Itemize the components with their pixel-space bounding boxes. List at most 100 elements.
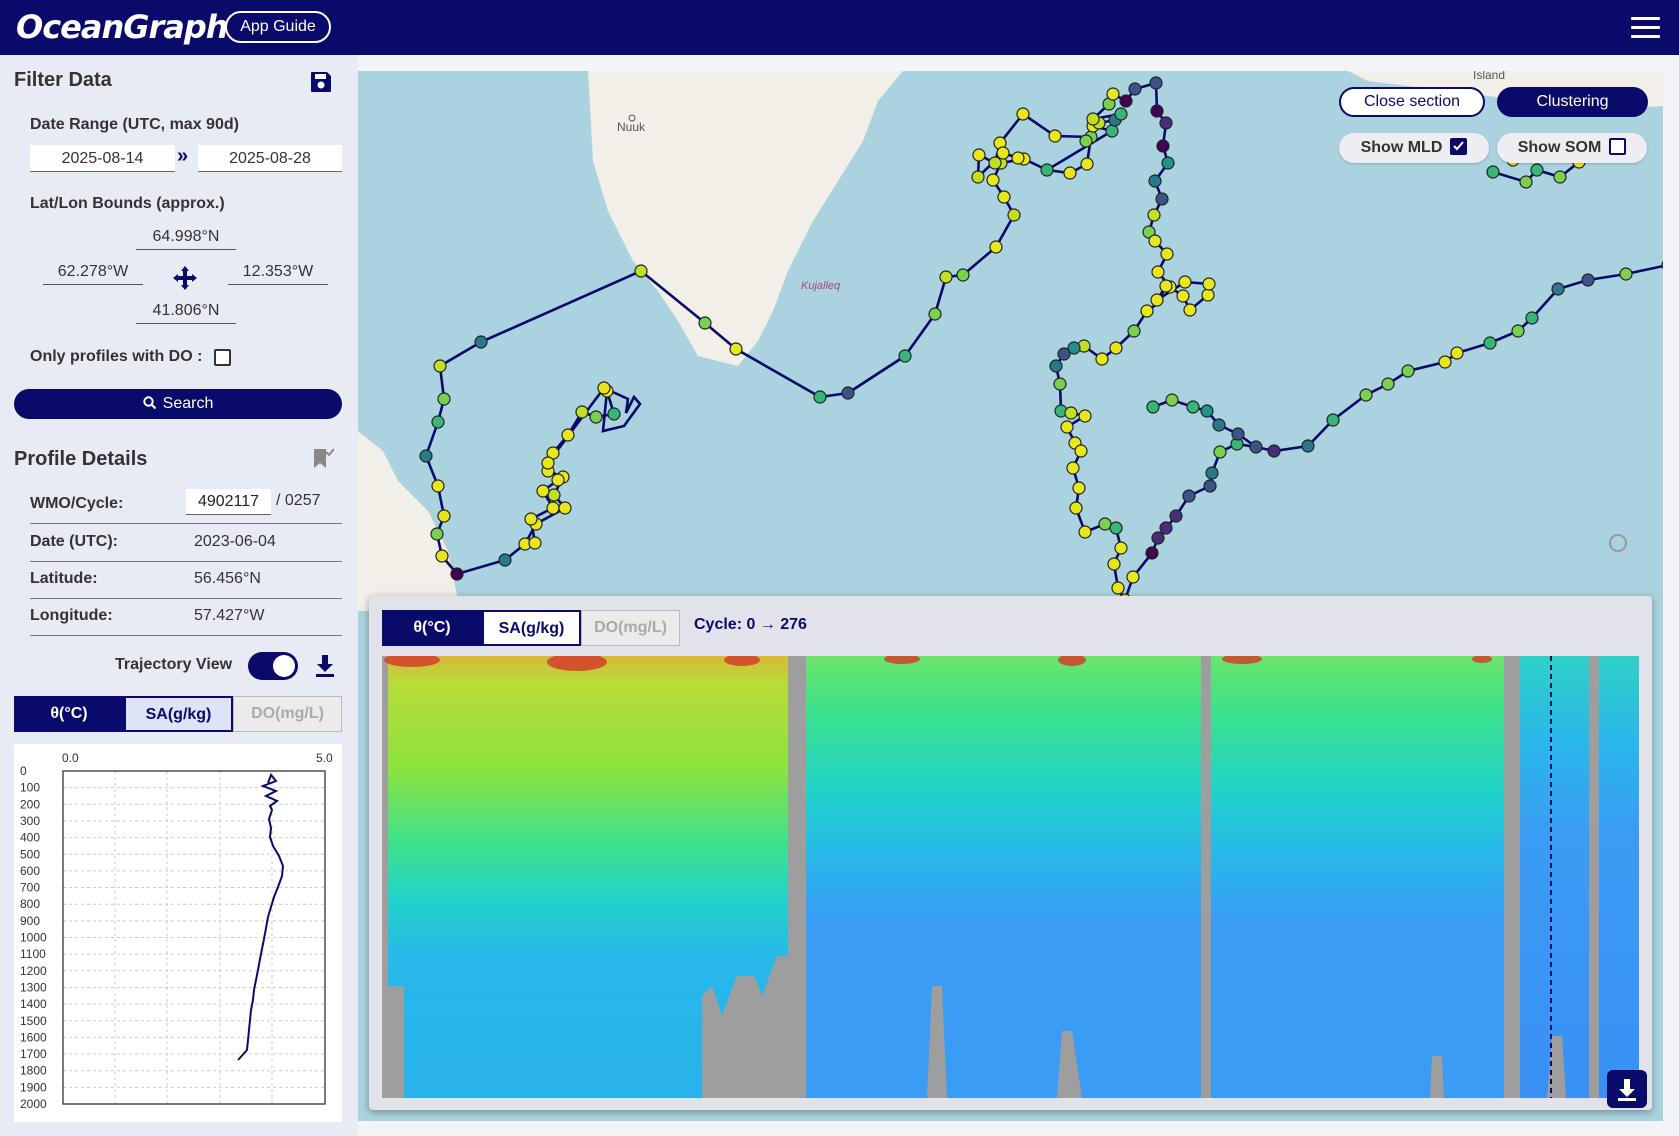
float-point[interactable]	[589, 410, 603, 424]
float-point[interactable]	[1011, 151, 1025, 165]
float-point[interactable]	[1438, 355, 1452, 369]
float-point[interactable]	[1161, 156, 1175, 170]
float-point[interactable]	[997, 190, 1011, 204]
float-point[interactable]	[1551, 282, 1565, 296]
float-point[interactable]	[607, 407, 621, 421]
float-point[interactable]	[1178, 275, 1192, 289]
float-point[interactable]	[1486, 165, 1500, 179]
wmo-input[interactable]: 4902117	[186, 489, 271, 515]
float-point[interactable]	[1231, 427, 1245, 441]
clustering-button[interactable]: Clustering	[1497, 87, 1648, 117]
float-point[interactable]	[898, 349, 912, 363]
float-point[interactable]	[1159, 521, 1173, 535]
hamburger-menu-icon[interactable]	[1631, 17, 1660, 38]
float-point[interactable]	[1619, 267, 1633, 281]
float-point[interactable]	[1267, 444, 1281, 458]
float-point[interactable]	[1114, 107, 1128, 121]
float-point[interactable]	[1126, 570, 1140, 584]
tab-salinity[interactable]: SA(g/kg)	[124, 696, 233, 732]
tab-theta[interactable]: θ(°C)	[14, 696, 124, 732]
float-point[interactable]	[1107, 557, 1121, 571]
app-logo[interactable]: OceanGraph	[16, 8, 229, 46]
float-point[interactable]	[956, 268, 970, 282]
float-point[interactable]	[1156, 139, 1170, 153]
float-point[interactable]	[536, 484, 550, 498]
float-point[interactable]	[561, 428, 575, 442]
float-point[interactable]	[1049, 359, 1063, 373]
float-point[interactable]	[474, 335, 488, 349]
float-point[interactable]	[1074, 444, 1088, 458]
float-point[interactable]	[435, 549, 449, 563]
float-point[interactable]	[1200, 404, 1214, 418]
download-icon[interactable]	[314, 653, 336, 679]
section-tab-salinity[interactable]: SA(g/kg)	[482, 610, 581, 646]
float-point[interactable]	[524, 512, 538, 526]
float-point[interactable]	[1183, 303, 1197, 317]
float-point[interactable]	[1098, 517, 1112, 531]
float-point[interactable]	[1359, 388, 1373, 402]
float-point[interactable]	[430, 527, 444, 541]
float-point[interactable]	[1140, 304, 1154, 318]
float-point[interactable]	[1249, 440, 1263, 454]
float-point[interactable]	[1146, 400, 1160, 414]
float-point[interactable]	[1381, 377, 1395, 391]
float-point[interactable]	[1212, 418, 1226, 432]
close-section-button[interactable]: Close section	[1339, 87, 1485, 117]
float-point[interactable]	[1519, 175, 1533, 189]
float-point[interactable]	[541, 456, 555, 470]
float-point[interactable]	[1151, 531, 1165, 545]
float-point[interactable]	[1159, 116, 1173, 130]
move-arrows-icon[interactable]	[172, 265, 198, 291]
float-point[interactable]	[433, 359, 447, 373]
float-point[interactable]	[1080, 157, 1094, 171]
section-tab-theta[interactable]: θ(°C)	[382, 610, 482, 646]
south-bound-input[interactable]: 41.806°N	[136, 298, 236, 324]
float-point[interactable]	[1159, 279, 1173, 293]
float-point[interactable]	[597, 381, 611, 395]
float-point[interactable]	[841, 386, 855, 400]
show-mld-checkbox[interactable]	[1450, 138, 1468, 155]
locate-icon[interactable]	[1609, 534, 1627, 552]
north-bound-input[interactable]: 64.998°N	[136, 224, 236, 250]
float-point[interactable]	[1079, 134, 1093, 148]
float-point[interactable]	[729, 342, 743, 356]
float-point[interactable]	[1553, 170, 1567, 184]
search-button[interactable]: Search	[14, 389, 342, 419]
section-download-button[interactable]	[1607, 1070, 1647, 1108]
float-point[interactable]	[575, 405, 589, 419]
float-point[interactable]	[989, 240, 1003, 254]
float-point[interactable]	[971, 170, 985, 184]
float-point[interactable]	[1109, 341, 1123, 355]
float-point[interactable]	[1169, 509, 1183, 523]
float-point[interactable]	[1040, 163, 1054, 177]
float-point[interactable]	[528, 536, 542, 550]
float-point[interactable]	[972, 148, 986, 162]
float-point[interactable]	[1060, 420, 1074, 434]
float-point[interactable]	[546, 501, 560, 515]
do-only-checkbox[interactable]	[214, 349, 231, 366]
float-point[interactable]	[1111, 581, 1125, 595]
float-point[interactable]	[698, 316, 712, 330]
float-point[interactable]	[1165, 393, 1179, 407]
float-point[interactable]	[1016, 107, 1030, 121]
float-point[interactable]	[1064, 406, 1078, 420]
float-point[interactable]	[1106, 87, 1120, 101]
float-point[interactable]	[1581, 273, 1595, 287]
float-point[interactable]	[1128, 82, 1142, 96]
float-point[interactable]	[1150, 293, 1164, 307]
trajectory-view-toggle[interactable]	[248, 652, 298, 680]
float-point[interactable]	[1530, 163, 1544, 177]
float-point[interactable]	[813, 390, 827, 404]
float-point[interactable]	[986, 173, 1000, 187]
float-point[interactable]	[1301, 439, 1315, 453]
float-point[interactable]	[551, 473, 565, 487]
float-point[interactable]	[1148, 234, 1162, 248]
date-to-input[interactable]: 2025-08-28	[198, 145, 342, 172]
section-tab-oxygen[interactable]: DO(mg/L)	[581, 610, 680, 646]
float-point[interactable]	[996, 146, 1010, 160]
east-bound-input[interactable]: 12.353°W	[228, 259, 328, 285]
float-point[interactable]	[1095, 352, 1109, 366]
float-point[interactable]	[988, 156, 1002, 170]
float-point[interactable]	[1401, 364, 1415, 378]
float-point[interactable]	[547, 488, 561, 502]
